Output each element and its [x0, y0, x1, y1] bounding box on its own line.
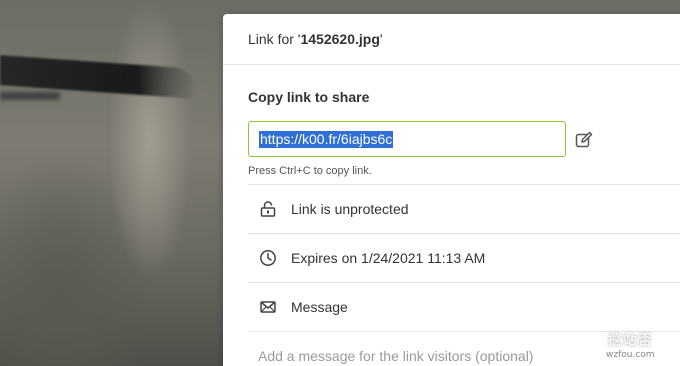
message-input[interactable]: Add a message for the link visitors (opt…: [258, 348, 533, 364]
expiry-label: Expires on 1/24/2021 11:13 AM: [291, 250, 486, 266]
share-link-text[interactable]: https://k00.fr/6iajbs6c: [259, 130, 394, 148]
watermark-title: 挖站否: [607, 333, 653, 349]
protection-row[interactable]: Link is unprotected: [248, 184, 680, 233]
dialog-header: Link for ' 1452620.jpg ': [223, 14, 680, 65]
watermark-url: wzfou.com: [606, 350, 655, 360]
protection-label: Link is unprotected: [291, 201, 409, 217]
dialog-title-prefix: Link for ': [248, 31, 301, 47]
expiry-row[interactable]: Expires on 1/24/2021 11:13 AM: [248, 233, 680, 282]
dialog-file-name: 1452620.jpg: [300, 31, 380, 47]
clock-icon: [258, 248, 278, 268]
unlocked-lock-icon: [258, 199, 278, 219]
message-row[interactable]: Message: [248, 282, 680, 331]
envelope-icon: [258, 297, 278, 317]
message-label: Message: [291, 299, 348, 315]
dialog-title-suffix: ': [379, 31, 383, 47]
copy-link-heading: Copy link to share: [248, 89, 370, 105]
share-link-field[interactable]: https://k00.fr/6iajbs6c: [248, 121, 566, 157]
watermark: 挖站否 wzfou.com: [606, 330, 655, 360]
copy-hint: Press Ctrl+C to copy link.: [248, 165, 372, 177]
share-link-dialog: Link for ' 1452620.jpg ' Copy link to shar…: [223, 14, 680, 366]
edit-icon[interactable]: [574, 130, 594, 150]
background-brush-stroke-tail: [0, 92, 60, 100]
